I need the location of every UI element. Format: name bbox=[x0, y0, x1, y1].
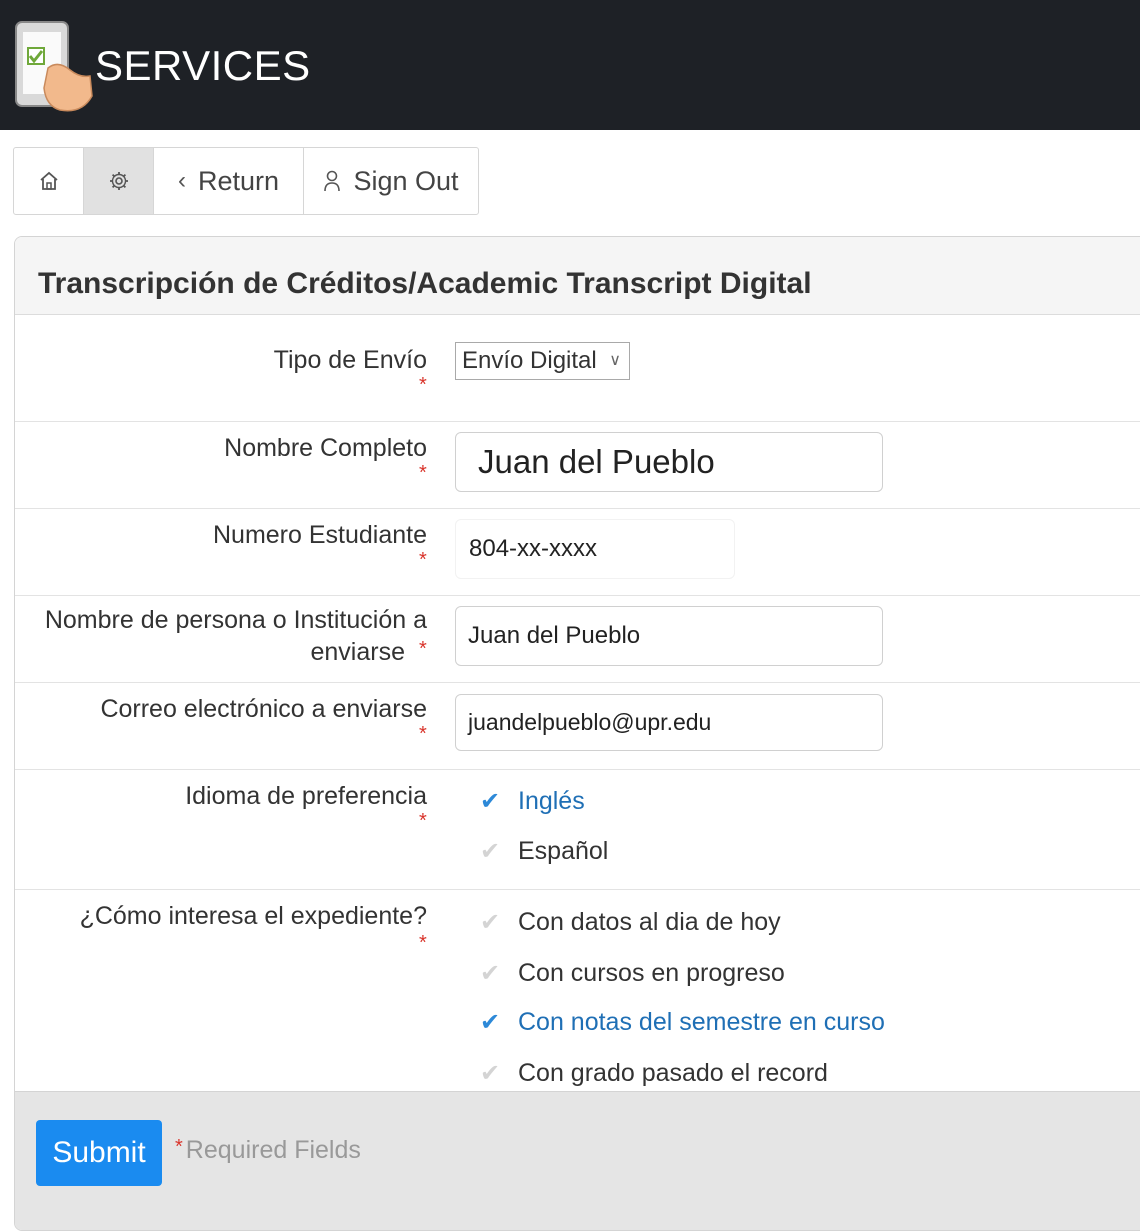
required-marker: * bbox=[419, 374, 427, 396]
destinatario-label: Nombre de persona o Institución a enviar… bbox=[45, 604, 427, 668]
required-marker: * bbox=[419, 549, 427, 571]
chevron-left-icon: ‹ bbox=[177, 167, 186, 194]
required-fields-note: * Required Fields bbox=[175, 1136, 361, 1165]
user-icon bbox=[324, 170, 341, 192]
required-marker: * bbox=[419, 932, 427, 954]
nombre-completo-label: Nombre Completo bbox=[224, 434, 427, 462]
tipo-envio-label: Tipo de Envío bbox=[273, 346, 427, 374]
panel-header: Transcripción de Créditos/Academic Trans… bbox=[15, 237, 1140, 315]
gear-icon bbox=[109, 172, 128, 190]
return-button[interactable]: ‹ Return bbox=[154, 148, 304, 214]
option-label: Español bbox=[518, 837, 609, 865]
home-icon bbox=[39, 171, 58, 190]
row-expediente: ¿Cómo interesa el expediente? * ✔ Con da… bbox=[15, 890, 1140, 1114]
destinatario-field[interactable]: Juan del Pueblo bbox=[455, 606, 883, 666]
required-marker: * bbox=[419, 723, 427, 745]
option-label: Con datos al dia de hoy bbox=[518, 908, 781, 936]
destinatario-label-line1: Nombre de persona o Institución a bbox=[44, 606, 427, 634]
row-idioma: Idioma de preferencia * ✔ Inglés ✔ Españ… bbox=[15, 770, 1140, 890]
idioma-label: Idioma de preferencia bbox=[185, 782, 427, 810]
settings-button[interactable] bbox=[84, 148, 154, 214]
page-title: Transcripción de Créditos/Academic Trans… bbox=[38, 267, 812, 300]
row-destinatario: Nombre de persona o Institución a enviar… bbox=[15, 596, 1140, 683]
expediente-option-notas-semestre[interactable]: ✔ Con notas del semestre en curso bbox=[480, 1008, 885, 1037]
idioma-option-espanol[interactable]: ✔ Español bbox=[480, 837, 608, 866]
numero-estudiante-label: Numero Estudiante bbox=[212, 521, 427, 549]
app-header: SERVICES bbox=[0, 0, 1140, 130]
required-fields-text: Required Fields bbox=[185, 1136, 361, 1164]
chevron-down-icon: ∨ bbox=[609, 352, 621, 369]
home-button[interactable] bbox=[14, 148, 84, 214]
row-tipo-envio: Tipo de Envío * Envío Digital ∨ bbox=[15, 314, 1140, 422]
sign-out-button[interactable]: Sign Out bbox=[304, 148, 478, 214]
option-label: Con grado pasado el record bbox=[518, 1059, 828, 1087]
row-nombre-completo: Nombre Completo * Juan del Pueblo bbox=[15, 422, 1140, 509]
return-label: Return bbox=[197, 165, 280, 196]
toolbar: ‹ Return Sign Out bbox=[13, 147, 479, 215]
option-label: Con cursos en progreso bbox=[518, 959, 785, 987]
expediente-label: ¿Cómo interesa el expediente? bbox=[79, 902, 427, 930]
row-correo: Correo electrónico a enviarse * juandelp… bbox=[15, 683, 1140, 770]
tipo-envio-select[interactable]: Envío Digital ∨ bbox=[455, 342, 630, 380]
destinatario-label-line2: enviarse bbox=[310, 638, 406, 666]
transcript-form-panel: Transcripción de Créditos/Academic Trans… bbox=[14, 236, 1140, 1231]
required-marker: * bbox=[419, 810, 427, 832]
idioma-option-ingles[interactable]: ✔ Inglés bbox=[480, 787, 585, 816]
expediente-option-grado-pasado[interactable]: ✔ Con grado pasado el record bbox=[480, 1059, 828, 1088]
option-label: Inglés bbox=[518, 787, 585, 815]
required-marker: * bbox=[419, 462, 427, 484]
checkmark-icon: ✔ bbox=[480, 1060, 501, 1087]
expediente-option-cursos-progreso[interactable]: ✔ Con cursos en progreso bbox=[480, 959, 785, 988]
required-marker: * bbox=[175, 1136, 183, 1158]
submit-button[interactable]: Submit bbox=[36, 1120, 162, 1186]
expediente-option-datos-hoy[interactable]: ✔ Con datos al dia de hoy bbox=[480, 908, 781, 937]
checkmark-icon: ✔ bbox=[480, 788, 501, 815]
required-marker: * bbox=[419, 638, 427, 660]
checkmark-icon: ✔ bbox=[480, 838, 501, 865]
sign-out-label: Sign Out bbox=[353, 165, 459, 196]
checkmark-icon: ✔ bbox=[480, 960, 501, 987]
tablet-checklist-hand-icon bbox=[15, 21, 93, 112]
form-footer: Submit * Required Fields bbox=[15, 1091, 1140, 1230]
correo-label: Correo electrónico a enviarse bbox=[100, 695, 427, 723]
correo-field[interactable]: juandelpueblo@upr.edu bbox=[455, 694, 883, 751]
checkmark-icon: ✔ bbox=[480, 909, 501, 936]
nombre-completo-field[interactable]: Juan del Pueblo bbox=[455, 432, 883, 492]
checkmark-icon: ✔ bbox=[480, 1009, 501, 1036]
row-numero-estudiante: Numero Estudiante * 804-xx-xxxx bbox=[15, 509, 1140, 596]
tipo-envio-value: Envío Digital bbox=[462, 347, 597, 374]
option-label: Con notas del semestre en curso bbox=[518, 1008, 885, 1036]
numero-estudiante-field[interactable]: 804-xx-xxxx bbox=[455, 519, 735, 579]
app-title: SERVICES bbox=[95, 42, 311, 89]
